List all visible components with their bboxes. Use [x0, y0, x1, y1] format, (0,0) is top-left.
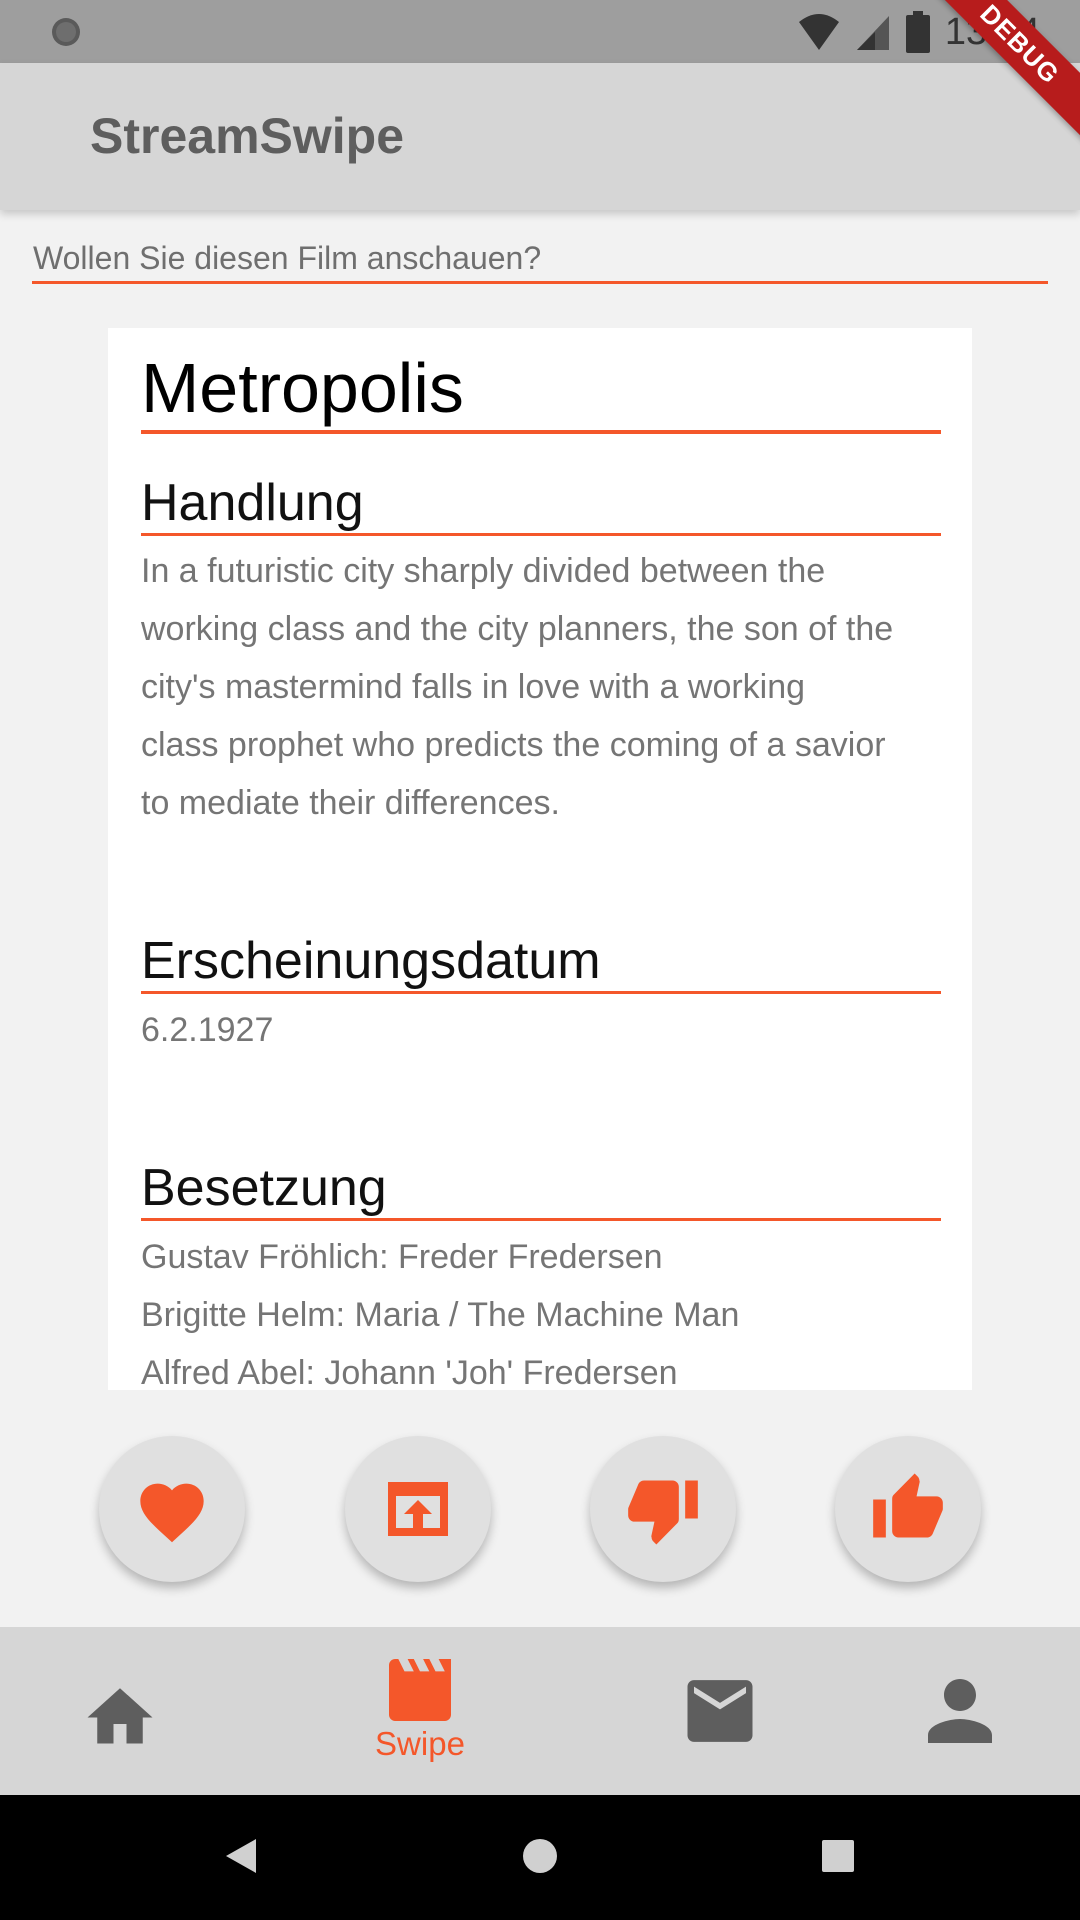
- thumb-down-icon: [628, 1480, 698, 1545]
- plot-heading: Handlung: [141, 474, 364, 532]
- release-date: 6.2.1927: [141, 1011, 274, 1049]
- app-title: StreamSwipe: [90, 108, 405, 164]
- app-bar: StreamSwipe: [0, 63, 1080, 210]
- system-nav-bar: [0, 1795, 1080, 1920]
- favorite-button[interactable]: [99, 1436, 245, 1582]
- mail-icon: [687, 1680, 753, 1742]
- status-bar: 13:14: [0, 0, 1080, 63]
- bottom-nav: Swipe: [0, 1627, 1080, 1795]
- signal-icon: [856, 16, 889, 50]
- home-icon: [87, 1688, 153, 1744]
- plot-line: to mediate their differences.: [141, 784, 560, 822]
- release-underline: [141, 991, 941, 994]
- movie-clapper-icon: [389, 1659, 451, 1721]
- plot-text: In a futuristic city sharply divided bet…: [141, 542, 941, 832]
- share-icon: [388, 1482, 448, 1536]
- status-notification-icon: [52, 18, 80, 46]
- title-underline: [141, 430, 941, 434]
- battery-icon: [905, 11, 930, 53]
- nav-messages[interactable]: [660, 1627, 780, 1795]
- recents-icon[interactable]: [822, 1840, 854, 1872]
- release-heading: Erscheinungsdatum: [141, 932, 601, 990]
- prompt-text: Wollen Sie diesen Film anschauen?: [33, 240, 542, 276]
- nav-swipe[interactable]: Swipe: [340, 1627, 500, 1795]
- cast-item: Brigitte Helm: Maria / The Machine Man: [141, 1296, 740, 1334]
- movie-title: Metropolis: [141, 349, 464, 427]
- plot-line: In a futuristic city sharply divided bet…: [141, 552, 826, 590]
- heart-icon: [140, 1483, 204, 1543]
- thumb-up-icon: [873, 1473, 943, 1538]
- nav-swipe-label: Swipe: [375, 1725, 465, 1762]
- dislike-button[interactable]: [590, 1436, 736, 1582]
- back-icon[interactable]: [224, 1837, 258, 1875]
- prompt-underline: [32, 281, 1048, 284]
- wifi-icon: [798, 14, 839, 50]
- plot-line: class prophet who predicts the coming of…: [141, 726, 886, 764]
- movie-card[interactable]: Metropolis Handlung In a futuristic city…: [108, 328, 972, 1390]
- cast-item: Gustav Fröhlich: Freder Fredersen: [141, 1238, 663, 1276]
- nav-profile[interactable]: [900, 1627, 1020, 1795]
- plot-line: city's mastermind falls in love with a w…: [141, 668, 806, 706]
- like-button[interactable]: [835, 1436, 981, 1582]
- plot-underline: [141, 533, 941, 536]
- home-circle-icon[interactable]: [522, 1838, 558, 1874]
- cast-underline: [141, 1218, 941, 1221]
- plot-line: working class and the city planners, the…: [141, 610, 894, 648]
- cast-item: Alfred Abel: Johann 'Joh' Fredersen: [141, 1354, 678, 1390]
- share-button[interactable]: [345, 1436, 491, 1582]
- nav-home[interactable]: [60, 1627, 180, 1795]
- person-icon: [928, 1679, 992, 1743]
- cast-heading: Besetzung: [141, 1159, 387, 1217]
